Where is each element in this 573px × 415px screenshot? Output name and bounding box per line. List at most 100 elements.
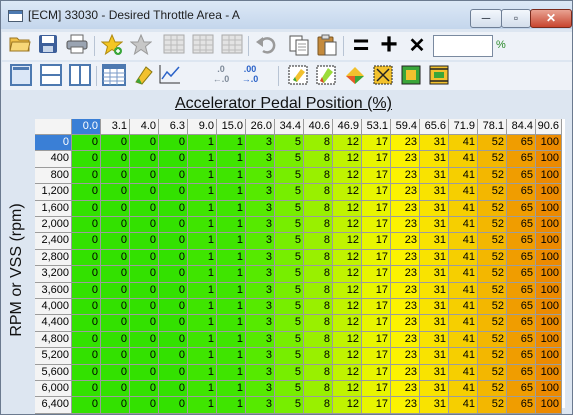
row-header[interactable]: 3,200 <box>35 266 72 283</box>
table-cell[interactable]: 31 <box>420 151 449 168</box>
table-cell[interactable]: 0 <box>159 217 188 234</box>
color-marker-icon[interactable] <box>131 64 155 88</box>
table-cell[interactable]: 1 <box>188 249 217 267</box>
table-cell[interactable]: 17 <box>362 348 391 365</box>
table-cell[interactable]: 65 <box>507 282 536 299</box>
table-cell[interactable]: 100 <box>536 397 562 414</box>
table-cell[interactable]: 0 <box>101 135 130 152</box>
percent-input[interactable] <box>433 35 493 57</box>
column-header[interactable]: 84.4 <box>507 119 536 135</box>
table-cell[interactable]: 1 <box>217 151 246 168</box>
table-cell[interactable]: 31 <box>420 364 449 381</box>
table-cell[interactable]: 0 <box>159 282 188 299</box>
table-cell[interactable]: 0 <box>159 266 188 283</box>
table-cell[interactable]: 65 <box>507 200 536 217</box>
table-cell[interactable]: 41 <box>449 167 478 185</box>
table-cell[interactable]: 8 <box>304 217 333 234</box>
table-cell[interactable]: 0 <box>159 348 188 365</box>
table-cell[interactable]: 3 <box>246 151 275 168</box>
column-header[interactable]: 59.4 <box>391 119 420 135</box>
table-cell[interactable]: 8 <box>304 397 333 414</box>
table-cell[interactable]: 65 <box>507 135 536 152</box>
color-gradient-icon[interactable] <box>343 64 367 88</box>
table-cell[interactable]: 12 <box>333 135 362 152</box>
table-cell[interactable]: 65 <box>507 167 536 185</box>
table-cell[interactable]: 1 <box>217 266 246 283</box>
table-cell[interactable]: 100 <box>536 167 562 185</box>
table-cell[interactable]: 17 <box>362 315 391 332</box>
table-cell[interactable]: 65 <box>507 184 536 201</box>
table-cell[interactable]: 1 <box>188 217 217 234</box>
table-cell[interactable]: 52 <box>478 266 507 283</box>
table-cell[interactable]: 52 <box>478 364 507 381</box>
table-cell[interactable]: 8 <box>304 282 333 299</box>
table-cell[interactable]: 17 <box>362 249 391 267</box>
fit-icon[interactable] <box>427 64 451 88</box>
table-cell[interactable]: 100 <box>536 299 562 316</box>
table-cell[interactable]: 0 <box>130 348 159 365</box>
table-cell[interactable]: 65 <box>507 249 536 267</box>
table-cell[interactable]: 31 <box>420 315 449 332</box>
plus-icon[interactable]: + <box>377 30 401 60</box>
row-header[interactable]: 1,600 <box>35 200 72 217</box>
row-header[interactable]: 1,200 <box>35 184 72 201</box>
table-cell[interactable]: 1 <box>188 233 217 250</box>
table-cell[interactable]: 8 <box>304 233 333 250</box>
column-header[interactable]: 65.6 <box>420 119 449 135</box>
table-cell[interactable]: 1 <box>217 200 246 217</box>
table-cell[interactable]: 65 <box>507 233 536 250</box>
table-cell[interactable]: 52 <box>478 249 507 267</box>
table-cell[interactable]: 0 <box>101 233 130 250</box>
table-cell[interactable]: 17 <box>362 184 391 201</box>
column-header[interactable]: 78.1 <box>478 119 507 135</box>
table-cell[interactable]: 31 <box>420 200 449 217</box>
table-cell[interactable]: 31 <box>420 135 449 152</box>
table-cell[interactable]: 8 <box>304 200 333 217</box>
table-cell[interactable]: 0 <box>101 217 130 234</box>
table-cell[interactable]: 23 <box>391 315 420 332</box>
layout-horizontal-split-icon[interactable] <box>39 64 63 88</box>
table-cell[interactable]: 0 <box>101 364 130 381</box>
table-cell[interactable]: 52 <box>478 331 507 349</box>
table-cell[interactable]: 0 <box>101 331 130 349</box>
table-cell[interactable]: 3 <box>246 233 275 250</box>
column-header[interactable]: 71.9 <box>449 119 478 135</box>
table-cell[interactable]: 41 <box>449 315 478 332</box>
table-cell[interactable]: 0 <box>130 299 159 316</box>
table-cell[interactable]: 23 <box>391 151 420 168</box>
table-cell[interactable]: 1 <box>217 135 246 152</box>
table-cell[interactable]: 0 <box>159 184 188 201</box>
table-cell[interactable]: 17 <box>362 233 391 250</box>
table-cell[interactable]: 8 <box>304 266 333 283</box>
table-cell[interactable]: 12 <box>333 249 362 267</box>
table-cell[interactable]: 0 <box>130 397 159 414</box>
table-cell[interactable]: 0 <box>130 282 159 299</box>
open-folder-icon[interactable] <box>8 34 32 58</box>
table-cell[interactable]: 12 <box>333 266 362 283</box>
table-cell[interactable]: 1 <box>217 217 246 234</box>
table-cell[interactable]: 17 <box>362 200 391 217</box>
table-cell[interactable]: 65 <box>507 217 536 234</box>
table-grid-icon[interactable] <box>191 34 215 58</box>
table-cell[interactable]: 12 <box>333 348 362 365</box>
table-cell[interactable]: 1 <box>188 151 217 168</box>
table-cell[interactable]: 1 <box>217 167 246 185</box>
table-cell[interactable]: 0 <box>101 249 130 267</box>
table-cell[interactable]: 3 <box>246 397 275 414</box>
table-cell[interactable]: 17 <box>362 381 391 398</box>
table-cell[interactable]: 3 <box>246 315 275 332</box>
table-cell[interactable]: 0 <box>130 200 159 217</box>
table-cell[interactable]: 5 <box>275 151 304 168</box>
table-cell[interactable]: 8 <box>304 299 333 316</box>
table-cell[interactable]: 3 <box>246 200 275 217</box>
table-cell[interactable]: 31 <box>420 282 449 299</box>
table-cell[interactable]: 0 <box>72 217 101 234</box>
table-cell[interactable]: 0 <box>101 184 130 201</box>
table-cell[interactable]: 100 <box>536 348 562 365</box>
table-cell[interactable]: 65 <box>507 331 536 349</box>
table-cell[interactable]: 23 <box>391 233 420 250</box>
column-header[interactable]: 40.6 <box>304 119 333 135</box>
table-cell[interactable]: 23 <box>391 348 420 365</box>
table-cell[interactable]: 52 <box>478 397 507 414</box>
table-cell[interactable]: 5 <box>275 167 304 185</box>
